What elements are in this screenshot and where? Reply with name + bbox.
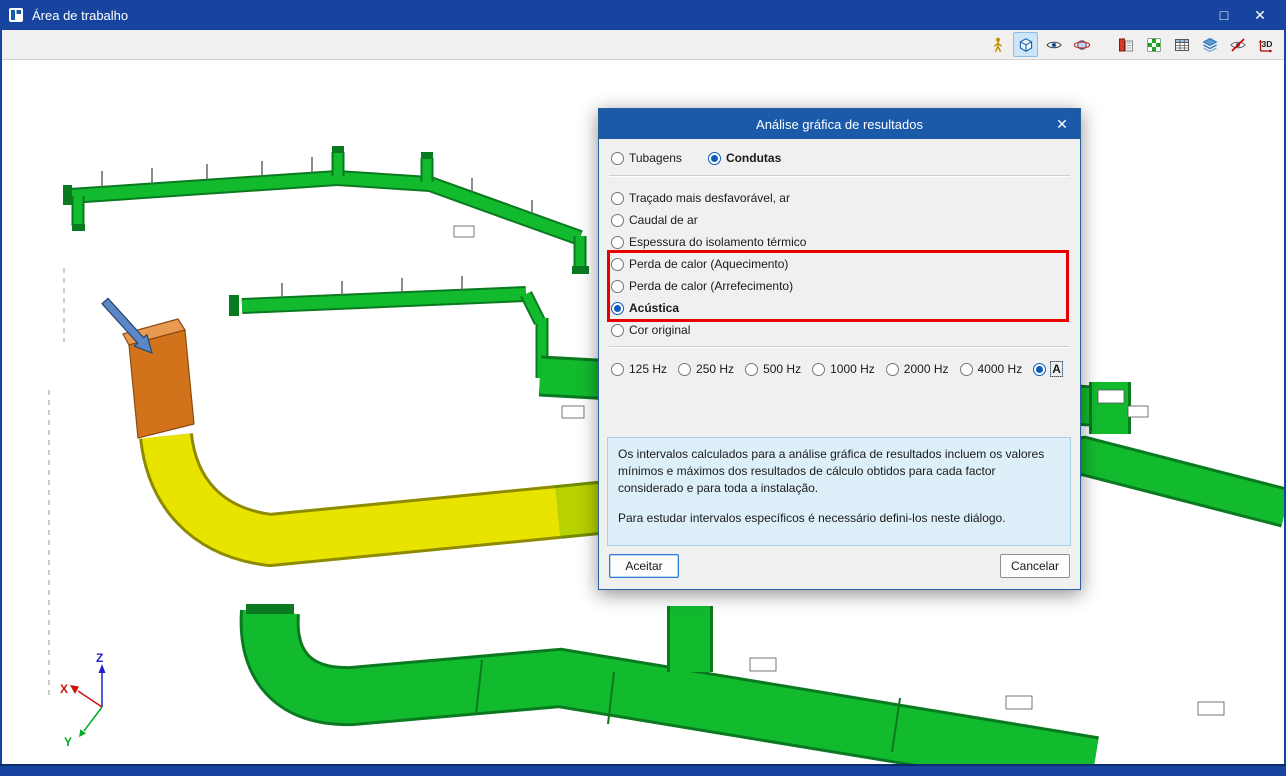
3d-view-icon[interactable]: 3D	[1253, 32, 1278, 57]
radio-label: Traçado mais desfavorável, ar	[629, 191, 790, 205]
radio-dot	[611, 257, 624, 271]
radio-cor-original[interactable]: Cor original	[611, 323, 690, 337]
accept-button[interactable]: Aceitar	[609, 554, 679, 578]
table-icon[interactable]	[1169, 32, 1194, 57]
radio-label: Cor original	[629, 323, 691, 337]
radio-125-hz[interactable]: 125 Hz	[611, 362, 667, 376]
radio-perda-de-calor-aquecimento[interactable]: Perda de calor (Aquecimento)	[611, 257, 788, 271]
axis-triad: Z X Y	[60, 651, 106, 749]
radio-label: 125 Hz	[629, 362, 668, 376]
application-window: Área de trabalho □ ✕ 3D Z X Y Análise gr…	[0, 0, 1286, 776]
view-toolbar: 3D	[2, 30, 1284, 60]
radio-label: Tubagens	[629, 151, 682, 165]
radio-dot	[707, 151, 721, 165]
info-paragraph: Os intervalos calculados para a análise …	[618, 447, 1045, 496]
frequency-radio-group: 125 Hz 250 Hz 500 Hz 1000 Hz 2000 Hz 4000 Hz A	[611, 358, 1072, 380]
radio-tracado-mais-desfavoravel-ar[interactable]: Traçado mais desfavorável, ar	[611, 191, 790, 205]
workspace-canvas: Z X Y Análise gráfica de resultados ✕ Tu…	[2, 60, 1284, 764]
render-options-icon[interactable]	[1141, 32, 1166, 57]
option-row: Espessura do isolamento térmico	[599, 231, 1080, 253]
radio-dot	[611, 323, 624, 337]
radio-dot	[885, 362, 899, 376]
dialog-analysis-results: Análise gráfica de resultados ✕ Tubagens…	[598, 108, 1081, 590]
dashed-reference-lines	[48, 268, 65, 700]
layers-icon[interactable]	[1197, 32, 1222, 57]
radio-caudal-de-ar[interactable]: Caudal de ar	[611, 213, 698, 227]
radio-label: A	[1050, 361, 1063, 377]
selection-arrow-icon	[101, 297, 153, 354]
radio-dot	[812, 362, 826, 376]
radio-1000-hz[interactable]: 1000 Hz	[812, 362, 875, 376]
duct-highlight-yellow	[139, 432, 641, 568]
dialog-titlebar[interactable]: Análise gráfica de resultados ✕	[599, 109, 1080, 139]
radio-a[interactable]: A	[1033, 361, 1063, 377]
radio-tubagens[interactable]: Tubagens	[611, 151, 682, 165]
radio-espessura-do-isolamento-termico[interactable]: Espessura do isolamento térmico	[611, 235, 806, 249]
axis-label-y: Y	[64, 735, 72, 749]
radio-label: Caudal de ar	[629, 213, 698, 227]
window-titlebar[interactable]: Área de trabalho □ ✕	[0, 0, 1286, 30]
radio-label: Perda de calor (Arrefecimento)	[629, 279, 794, 293]
app-icon	[8, 7, 24, 23]
option-row: Traçado mais desfavorável, ar	[599, 187, 1080, 209]
radio-acustica[interactable]: Acústica	[611, 301, 679, 315]
dialog-close-icon[interactable]: ✕	[1048, 109, 1076, 139]
radio-label: 1000 Hz	[830, 362, 875, 376]
window-controls: □ ✕	[1206, 1, 1278, 29]
hide-elements-icon[interactable]	[1225, 32, 1250, 57]
radio-dot	[611, 279, 624, 293]
radio-dot	[1033, 362, 1047, 376]
maximize-button[interactable]: □	[1206, 1, 1242, 29]
radio-label: 4000 Hz	[977, 362, 1023, 376]
radio-2000-hz[interactable]: 2000 Hz	[885, 362, 949, 376]
radio-dot	[611, 213, 624, 227]
radio-label: 2000 Hz	[903, 362, 949, 376]
view-cube-icon[interactable]	[1013, 32, 1038, 57]
radio-dot	[611, 301, 624, 315]
radio-label: Condutas	[725, 151, 782, 165]
radio-label: Espessura do isolamento térmico	[629, 235, 807, 249]
window-title: Área de trabalho	[32, 7, 129, 23]
option-row: Perda de calor (Arrefecimento)	[599, 275, 1080, 297]
axis-label-x: X	[60, 682, 68, 696]
radio-label: 250 Hz	[696, 362, 735, 376]
cancel-button[interactable]: Cancelar	[1000, 554, 1070, 578]
option-row: Acústica	[599, 297, 1080, 319]
separator	[609, 175, 1070, 177]
radio-condutas[interactable]: Condutas	[707, 151, 782, 165]
orbit-icon[interactable]	[1069, 32, 1094, 57]
radio-label: 500 Hz	[763, 362, 802, 376]
option-row: Caudal de ar	[599, 209, 1080, 231]
radio-dot	[745, 362, 759, 376]
radio-label: Acústica	[629, 301, 680, 315]
radio-dot	[611, 235, 624, 249]
person-icon[interactable]	[985, 32, 1010, 57]
radio-250-hz[interactable]: 250 Hz	[678, 362, 734, 376]
option-row: Perda de calor (Aquecimento)	[599, 253, 1080, 275]
status-bar	[0, 764, 1286, 776]
radio-dot	[611, 191, 624, 205]
radio-4000-hz[interactable]: 4000 Hz	[959, 362, 1023, 376]
separator	[609, 346, 1070, 348]
info-paragraph: Para estudar intervalos específicos é ne…	[618, 511, 1006, 526]
dialog-body: Tubagens Condutas Traçado mais desfavoráv…	[599, 139, 1080, 591]
analysis-option-radio-group: Traçado mais desfavorável, ar Caudal de a…	[599, 187, 1080, 341]
network-type-radio-group: Tubagens Condutas	[611, 147, 781, 169]
info-box: Os intervalos calculados para a análise …	[607, 437, 1071, 546]
radio-500-hz[interactable]: 500 Hz	[745, 362, 801, 376]
radio-label: Perda de calor (Aquecimento)	[629, 257, 789, 271]
radio-dot	[611, 151, 624, 165]
eye-icon[interactable]	[1041, 32, 1066, 57]
radio-dot	[678, 362, 692, 376]
section-analysis-icon[interactable]	[1113, 32, 1138, 57]
toolbar-icon-group: 3D	[985, 32, 1278, 57]
close-button[interactable]: ✕	[1242, 1, 1278, 29]
radio-dot	[959, 362, 973, 376]
radio-dot	[611, 362, 624, 376]
dialog-title-text: Análise gráfica de resultados	[756, 116, 923, 132]
axis-label-z: Z	[96, 651, 103, 665]
svg-text:3D: 3D	[1261, 39, 1272, 49]
radio-perda-de-calor-arrefecimento[interactable]: Perda de calor (Arrefecimento)	[611, 279, 793, 293]
option-row: Cor original	[599, 319, 1080, 341]
